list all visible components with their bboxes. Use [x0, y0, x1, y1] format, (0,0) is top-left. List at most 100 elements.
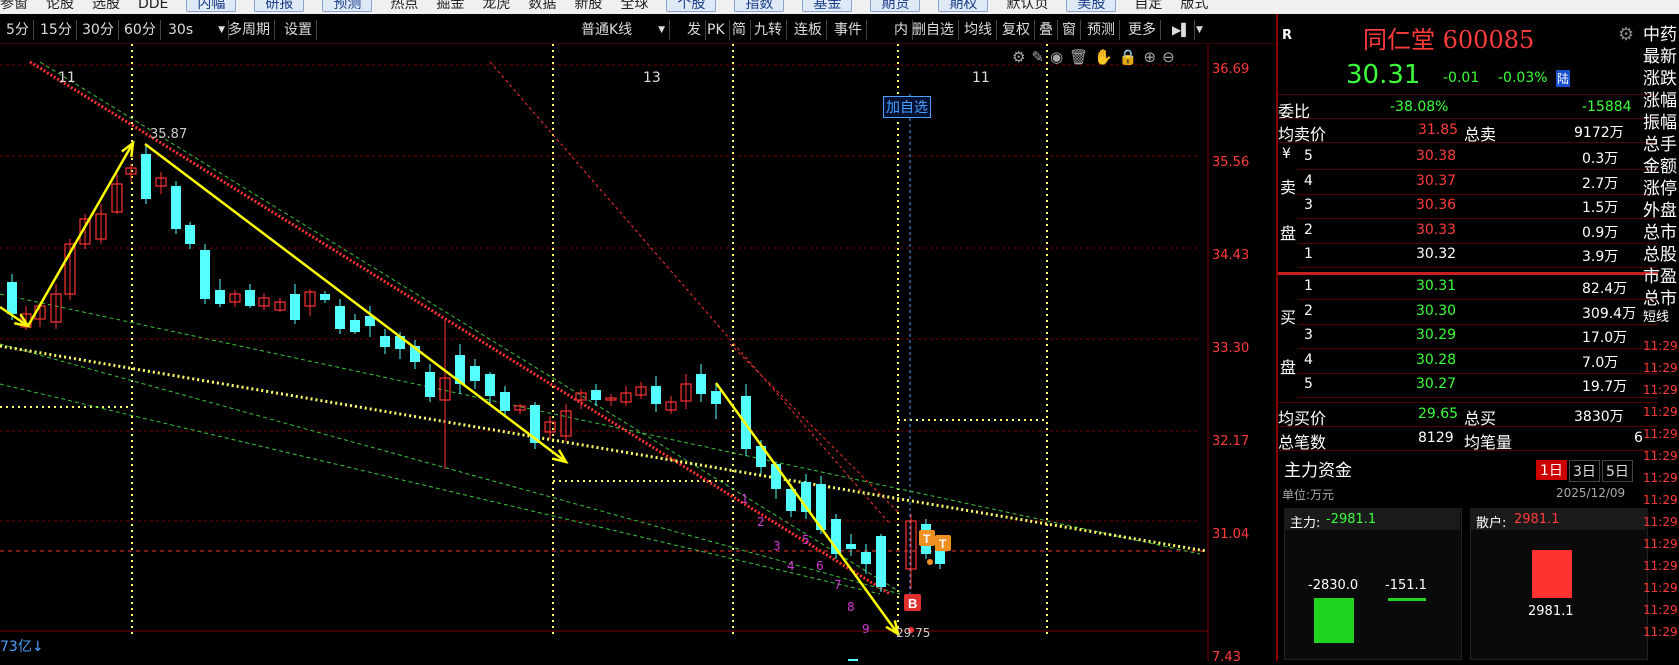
tool-jiuzhuan-button[interactable]: 九转	[750, 20, 787, 40]
tool-pk-button[interactable]: PK	[703, 20, 730, 40]
chevron-down-icon[interactable]: ▼	[1192, 20, 1207, 40]
chart-toolbar: 5分 15分 30分 60分 30s ▼ 多周期 设置 普通K线 ▼ 发 PK 简九转连…	[0, 18, 1276, 44]
candle-body	[500, 392, 510, 411]
hand-icon[interactable]: ✋	[1094, 48, 1119, 66]
tick-time: 11:29	[1643, 515, 1678, 529]
top-menu-item[interactable]: 选股	[92, 0, 120, 11]
zoom-in-icon[interactable]: ⊕	[1144, 48, 1163, 66]
add-to-watchlist-button[interactable]: 加自选	[883, 96, 931, 118]
td-sequence-number: 1	[741, 492, 749, 506]
ask-price: 30.32	[1416, 246, 1457, 262]
tick-time: 11:29	[1643, 449, 1678, 463]
main-label: 主力:	[1290, 516, 1321, 531]
date-label: 11	[58, 70, 76, 86]
tool-del-watchlist-button[interactable]: 删自选	[908, 20, 959, 40]
trades-value: 8129	[1418, 430, 1454, 446]
tick-time: 11:29	[1643, 625, 1678, 639]
tool-shijian-button[interactable]: 事件	[830, 20, 867, 40]
top-menu-item[interactable]: 内幅	[186, 0, 237, 12]
tool-ma-button[interactable]: 均线	[960, 20, 997, 40]
td-sequence-number: 8	[847, 600, 855, 614]
trash-icon[interactable]: 🗑	[1069, 48, 1094, 66]
top-menu-item[interactable]: DDE	[138, 0, 168, 11]
tab-1day[interactable]: 1日	[1536, 460, 1567, 480]
tick-time: 11:29	[1643, 537, 1678, 551]
tool-forecast-button[interactable]: 预测	[1083, 20, 1120, 40]
candle-body	[185, 225, 195, 244]
top-menu-item[interactable]: 研报	[254, 0, 305, 12]
book-row-divider	[1298, 372, 1658, 374]
kline-type-label: 普通K线	[581, 22, 633, 38]
top-menu-bar: 参窗 论股 选股 DDE 内幅 研报 预测 热点 掘金 龙虎 数据 新股 全球 个股 指数 基金 期货 期权 默认页…	[0, 0, 1679, 14]
avg-buy-value: 29.65	[1418, 406, 1459, 422]
spread-divider	[1278, 272, 1658, 275]
side-label-column: 中药 最新 涨跌 涨幅 振幅 总手 金额 涨停 外盘 总市 总股 市盈 总市 短线 11:29 11:29 11…	[1643, 14, 1679, 661]
weibi-value: -38.08%	[1390, 99, 1449, 115]
tick-time: 11:29	[1643, 383, 1678, 397]
candle-body	[485, 374, 495, 396]
top-menu-item[interactable]: 个股	[666, 0, 717, 12]
tool-fuquan-button[interactable]: 复权	[998, 20, 1035, 40]
period-30s-select[interactable]: 30s ▼	[164, 20, 229, 40]
top-menu-item[interactable]: 全球	[620, 0, 648, 11]
period-5min[interactable]: 5分	[2, 20, 34, 40]
td-sequence-number: 4	[787, 559, 795, 573]
tab-5day[interactable]: 5日	[1602, 460, 1633, 482]
top-menu-item[interactable]: 指数	[734, 0, 785, 12]
eye-icon[interactable]: ◉	[1050, 48, 1069, 66]
tool-overlay-button[interactable]: 叠	[1035, 20, 1058, 40]
period-30min[interactable]: 30分	[78, 20, 119, 40]
tool-more-button[interactable]: 更多	[1124, 20, 1161, 40]
multi-period-button[interactable]: 多周期	[224, 20, 275, 40]
top-menu-item[interactable]: 新股	[574, 0, 602, 11]
td-sequence-number: 2	[757, 515, 765, 529]
settings-gear-icon[interactable]: ⚙	[1012, 48, 1031, 66]
exchange-tag: 陆	[1556, 70, 1571, 87]
lock-icon[interactable]: 🔒	[1119, 48, 1144, 66]
top-menu-item[interactable]: 热点	[390, 0, 418, 11]
top-menu-item[interactable]: 数据	[528, 0, 556, 11]
kline-type-select[interactable]: 普通K线 ▼	[545, 20, 670, 40]
top-menu-item[interactable]: 默认页	[1006, 0, 1048, 11]
period-60min[interactable]: 60分	[120, 20, 161, 40]
top-menu-item[interactable]: 论股	[46, 0, 74, 11]
stock-name-text: 同仁堂	[1363, 26, 1435, 54]
top-menu-item[interactable]: 自定	[1134, 0, 1162, 11]
candle-body	[425, 372, 435, 397]
top-menu-item[interactable]: 掘金	[436, 0, 464, 11]
retail-bar	[1532, 550, 1572, 598]
top-menu-item[interactable]: 美股	[1066, 0, 1117, 12]
settings-button[interactable]: 设置	[280, 20, 317, 40]
book-row-divider	[1298, 242, 1658, 244]
ask-price: 30.33	[1416, 221, 1457, 238]
channel-line	[0, 293, 1201, 555]
avg-vol-value: 6	[1634, 430, 1643, 446]
top-menu-item[interactable]: 期货	[870, 0, 921, 12]
top-menu-item[interactable]: 版式	[1180, 0, 1208, 11]
tool-lianban-button[interactable]: 连板	[790, 20, 827, 40]
main-value: -2981.1	[1326, 512, 1377, 527]
gear-icon[interactable]: ⚙	[1618, 24, 1634, 45]
retail-label: 散户:	[1476, 516, 1507, 531]
top-menu-item[interactable]: 参窗	[0, 0, 28, 11]
zoom-out-icon[interactable]: ⊖	[1162, 48, 1181, 66]
chevron-down-icon: ▼	[658, 25, 665, 35]
kline-chart[interactable]: B T T	[0, 44, 1276, 661]
bid-volume: 82.4万	[1582, 281, 1628, 297]
pen-icon[interactable]: ✎	[1031, 48, 1050, 66]
top-menu-item[interactable]: 龙虎	[482, 0, 510, 11]
sell-side-label: 卖	[1280, 178, 1297, 197]
main-bar-label: -2830.0	[1308, 578, 1359, 593]
tool-jian-button[interactable]: 简	[728, 20, 751, 40]
period-15min[interactable]: 15分	[36, 20, 77, 40]
top-menu-item[interactable]: 预测	[322, 0, 373, 12]
main-bar-2	[1388, 598, 1426, 601]
ask-level: 4	[1304, 172, 1313, 189]
top-menu-item[interactable]: 基金	[802, 0, 853, 12]
tab-3day[interactable]: 3日	[1569, 460, 1600, 482]
resistance-line	[489, 61, 891, 525]
tool-window-button[interactable]: 窗	[1058, 20, 1081, 40]
bid-price: 30.30	[1416, 302, 1457, 319]
top-menu-item[interactable]: 期权	[938, 0, 989, 12]
total-buy-value: 3830万	[1574, 409, 1624, 425]
